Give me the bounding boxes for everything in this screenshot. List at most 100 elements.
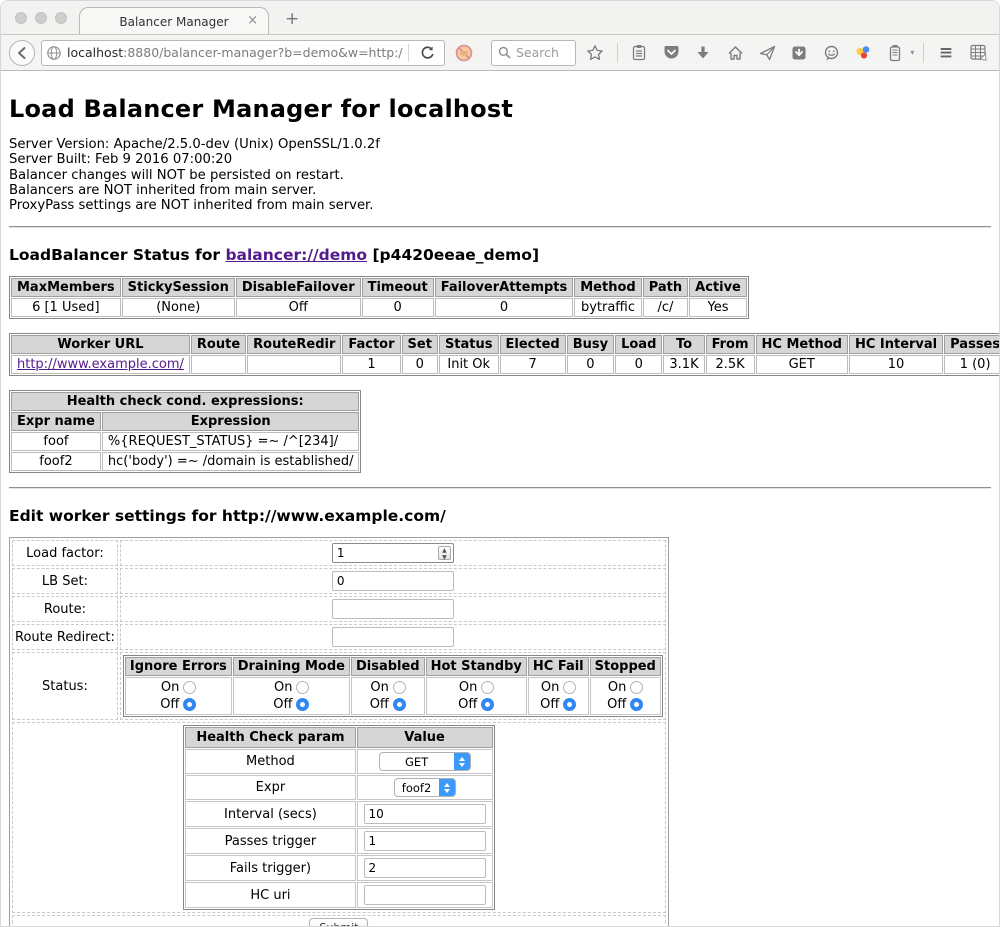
- disabled-off-radio[interactable]: [393, 698, 406, 711]
- send-tab-button[interactable]: [754, 40, 780, 66]
- cell-busy: 0: [567, 355, 614, 374]
- colored-dots-extension-button[interactable]: [850, 40, 876, 66]
- load-factor-label: Load factor:: [12, 540, 118, 566]
- off-label: Off: [370, 697, 389, 712]
- server-version-line: Server Version: Apache/2.5.0-dev (Unix) …: [9, 137, 991, 152]
- reader-extension-button[interactable]: [786, 40, 812, 66]
- balancer-status-table: MaxMembers StickySession DisableFailover…: [9, 276, 749, 319]
- toolbar-divider: [617, 43, 618, 63]
- stopped-on-radio[interactable]: [630, 681, 643, 694]
- passes-input[interactable]: [364, 831, 486, 851]
- draining-mode-on-radio[interactable]: [296, 681, 309, 694]
- tab-balancer-manager[interactable]: Balancer Manager ×: [79, 7, 269, 35]
- col-timeout: Timeout: [362, 278, 434, 297]
- reload-button[interactable]: [414, 40, 440, 66]
- cell-expr-name-foof: foof: [11, 432, 101, 451]
- search-placeholder: Search: [516, 45, 559, 60]
- menu-button[interactable]: ≡: [933, 40, 959, 66]
- hc-fail-off-radio[interactable]: [563, 698, 576, 711]
- back-arrow-icon: [15, 46, 29, 60]
- hc-params-table: Health Check param Value Method GET Expr…: [183, 725, 494, 910]
- balancer-demo-link[interactable]: balancer://demo: [225, 246, 367, 264]
- pocket-button[interactable]: [658, 40, 684, 66]
- section-divider-2: [9, 487, 991, 489]
- search-icon: [498, 46, 511, 59]
- url-domain: localhost: [67, 45, 123, 60]
- cell-disablefailover: Off: [236, 298, 361, 317]
- grid-notes-icon: [969, 44, 987, 61]
- close-window-button[interactable]: [15, 12, 27, 24]
- interval-input[interactable]: [364, 804, 486, 824]
- bookmark-button[interactable]: [582, 40, 608, 66]
- cell-expression-foof: %{REQUEST_STATUS} =~ /^[234]/: [102, 432, 360, 451]
- smiley-bubble-icon: [823, 45, 840, 61]
- col-hc-interval: HC Interval: [849, 335, 943, 354]
- ignore-errors-on-radio[interactable]: [183, 681, 196, 694]
- grid-extension-button[interactable]: [965, 40, 991, 66]
- col-path: Path: [643, 278, 688, 297]
- cell-passes: 1 (0): [944, 355, 1000, 374]
- hc-fail-on-radio[interactable]: [563, 681, 576, 694]
- proxypass-note-line: ProxyPass settings are NOT inherited fro…: [9, 198, 991, 213]
- submit-button[interactable]: Submit: [309, 918, 368, 927]
- hot-standby-on-radio[interactable]: [481, 681, 494, 694]
- cell-maxmembers: 6 [1 Used]: [11, 298, 121, 317]
- off-label: Off: [273, 697, 292, 712]
- col-stopped: Stopped: [590, 657, 661, 676]
- cell-hc-method: GET: [756, 355, 848, 374]
- load-factor-input[interactable]: [332, 543, 454, 563]
- hc-expressions-table: Health check cond. expressions: Expr nam…: [9, 390, 361, 473]
- new-tab-button[interactable]: +: [285, 9, 299, 29]
- route-redirect-input[interactable]: [332, 627, 454, 647]
- pocket-icon: [663, 45, 680, 61]
- off-label: Off: [458, 697, 477, 712]
- url-text[interactable]: localhost:8880/balancer-manager?b=demo&w…: [67, 45, 403, 60]
- zoom-window-button[interactable]: [55, 12, 67, 24]
- number-spinner-icon[interactable]: ▲▼: [438, 546, 451, 560]
- fails-param-label: Fails trigger): [185, 855, 355, 881]
- worker-row: http://www.example.com/ 1 0 Init Ok 7 0 …: [11, 355, 1000, 374]
- home-icon: [727, 45, 744, 61]
- download-button[interactable]: [690, 40, 716, 66]
- heading-prefix: LoadBalancer Status for: [9, 246, 225, 264]
- blocked-plugin-icon: [455, 44, 473, 62]
- persist-note-line: Balancer changes will NOT be persisted o…: [9, 168, 991, 183]
- on-label: On: [540, 680, 559, 695]
- form-row-hc-params: Health Check param Value Method GET Expr…: [12, 722, 666, 913]
- block-plugin-button[interactable]: [451, 40, 477, 66]
- feedback-extension-button[interactable]: [818, 40, 844, 66]
- balancer-status-row: 6 [1 Used] (None) Off 0 0 bytraffic /c/ …: [11, 298, 747, 317]
- col-busy: Busy: [567, 335, 614, 354]
- tab-title: Balancer Manager: [119, 15, 228, 29]
- draining-mode-off-radio[interactable]: [296, 698, 309, 711]
- ignore-errors-off-radio[interactable]: [183, 698, 196, 711]
- url-bar[interactable]: localhost:8880/balancer-manager?b=demo&w…: [41, 40, 445, 66]
- traffic-lights[interactable]: [15, 12, 67, 24]
- battery-extension-button[interactable]: [882, 40, 908, 66]
- col-expr-name: Expr name: [11, 412, 101, 431]
- back-button[interactable]: [9, 40, 35, 66]
- off-label: Off: [540, 697, 559, 712]
- clipboard-button[interactable]: [626, 40, 652, 66]
- stopped-off-radio[interactable]: [630, 698, 643, 711]
- tab-close-icon[interactable]: ×: [247, 13, 258, 28]
- search-bar[interactable]: Search: [491, 40, 576, 66]
- hc-uri-input[interactable]: [364, 885, 486, 905]
- disabled-on-radio[interactable]: [393, 681, 406, 694]
- expr-select[interactable]: foof2: [394, 778, 456, 797]
- form-row-status: Status: Ignore Errors Draining Mode Disa…: [12, 652, 666, 720]
- fails-input[interactable]: [364, 858, 486, 878]
- route-input[interactable]: [332, 599, 454, 619]
- globe-icon: [46, 45, 62, 61]
- cell-status: Init Ok: [439, 355, 499, 374]
- lb-set-input[interactable]: [332, 571, 454, 591]
- minimize-window-button[interactable]: [35, 12, 47, 24]
- home-button[interactable]: [722, 40, 748, 66]
- col-elected: Elected: [500, 335, 566, 354]
- worker-url-link[interactable]: http://www.example.com/: [17, 357, 184, 372]
- overflow-caret-icon[interactable]: ▾: [910, 48, 914, 57]
- method-select[interactable]: GET: [379, 752, 471, 771]
- balancer-status-heading: LoadBalancer Status for balancer://demo …: [9, 246, 991, 264]
- hot-standby-off-radio[interactable]: [481, 698, 494, 711]
- edit-worker-form: Load factor: ▲▼ LB Set: Route: Route Red…: [9, 537, 669, 927]
